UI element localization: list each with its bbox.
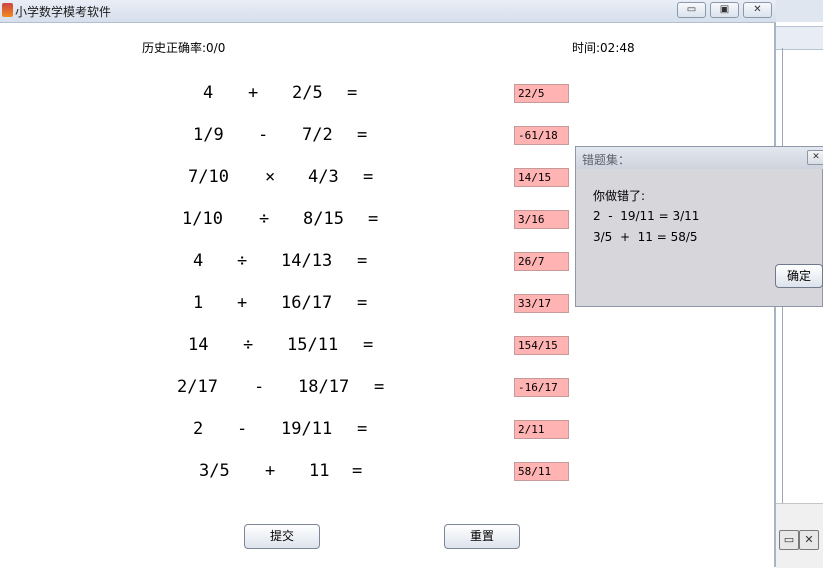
operand-b: 2/5: [292, 83, 323, 103]
background-title-strip: [776, 0, 823, 22]
equals-sign: =: [363, 167, 374, 187]
mistake-item: 2 - 19/11 = 3/11: [593, 209, 700, 223]
operand-a: 1/9: [193, 125, 224, 145]
answer-field[interactable]: 26/7: [514, 252, 569, 271]
reset-button[interactable]: 重置: [444, 524, 520, 549]
answer-field[interactable]: 14/15: [514, 168, 569, 187]
operand-b: 18/17: [298, 377, 350, 397]
operand-a: 2/17: [177, 377, 218, 397]
operand-b: 11: [309, 461, 330, 481]
operator: -: [254, 377, 265, 397]
maximize-button[interactable]: ▣: [710, 2, 739, 18]
submit-button[interactable]: 提交: [244, 524, 320, 549]
history-accuracy-label: 历史正确率:0/0: [142, 41, 226, 55]
java-app-icon: [2, 3, 13, 17]
operand-b: 7/2: [302, 125, 333, 145]
dialog-title: 错题集：: [582, 153, 631, 167]
operand-b: 4/3: [308, 167, 339, 187]
operator: ÷: [259, 209, 270, 229]
answer-field[interactable]: 3/16: [514, 210, 569, 229]
mistakes-dialog: 错题集： ✕ 你做错了: 2 - 19/11 = 3/11 3/5 + 11 =…: [575, 146, 823, 307]
equals-sign: =: [357, 125, 368, 145]
close-button[interactable]: ✕: [743, 2, 772, 18]
operand-a: 4: [193, 251, 204, 271]
answer-field[interactable]: 2/11: [514, 420, 569, 439]
answer-field[interactable]: -61/18: [514, 126, 569, 145]
operand-b: 19/11: [281, 419, 333, 439]
minimize-icon: ▭: [686, 4, 697, 15]
operand-a: 14: [188, 335, 209, 355]
operator: +: [265, 461, 276, 481]
background-divider: [782, 48, 783, 567]
background-close-icon[interactable]: ✕: [799, 530, 819, 550]
mistake-item: 3/5 + 11 = 58/5: [593, 230, 698, 244]
operand-b: 8/15: [303, 209, 344, 229]
equals-sign: =: [357, 251, 368, 271]
dialog-ok-button[interactable]: 确定: [775, 264, 823, 288]
answer-field[interactable]: 154/15: [514, 336, 569, 355]
title-bar: 小学数学模考软件 ▭ ▣ ✕: [0, 0, 776, 23]
equals-sign: =: [368, 209, 379, 229]
window-title: 小学数学模考软件: [15, 5, 112, 19]
operand-b: 14/13: [281, 251, 333, 271]
close-icon: ✕: [812, 152, 820, 162]
equals-sign: =: [347, 83, 358, 103]
answer-field[interactable]: -16/17: [514, 378, 569, 397]
operator: -: [237, 419, 248, 439]
dialog-title-bar: 错题集： ✕: [576, 147, 823, 169]
timer-label: 时间:02:48: [572, 41, 635, 55]
equals-sign: =: [374, 377, 385, 397]
dialog-message: 你做错了:: [593, 189, 646, 203]
operator: +: [237, 293, 248, 313]
operand-a: 7/10: [188, 167, 229, 187]
close-icon: ✕: [753, 4, 762, 15]
background-toolbar-strip: [776, 26, 823, 50]
equals-sign: =: [357, 419, 368, 439]
operand-a: 4: [203, 83, 214, 103]
minimize-button[interactable]: ▭: [677, 2, 706, 18]
operator: ×: [265, 167, 276, 187]
operator: ÷: [243, 335, 254, 355]
dialog-close-button[interactable]: ✕: [807, 150, 823, 165]
maximize-icon: ▣: [719, 4, 730, 15]
operand-a: 3/5: [199, 461, 230, 481]
operand-a: 1/10: [182, 209, 223, 229]
background-window-icon[interactable]: ▭: [779, 530, 799, 550]
equals-sign: =: [357, 293, 368, 313]
answer-field[interactable]: 22/5: [514, 84, 569, 103]
operator: +: [248, 83, 259, 103]
operator: ÷: [237, 251, 248, 271]
equals-sign: =: [363, 335, 374, 355]
equals-sign: =: [352, 461, 363, 481]
operand-b: 16/17: [281, 293, 333, 313]
operator: -: [258, 125, 269, 145]
answer-field[interactable]: 33/17: [514, 294, 569, 313]
operand-a: 1: [193, 293, 204, 313]
operand-b: 15/11: [287, 335, 339, 355]
answer-field[interactable]: 58/11: [514, 462, 569, 481]
operand-a: 2: [193, 419, 204, 439]
